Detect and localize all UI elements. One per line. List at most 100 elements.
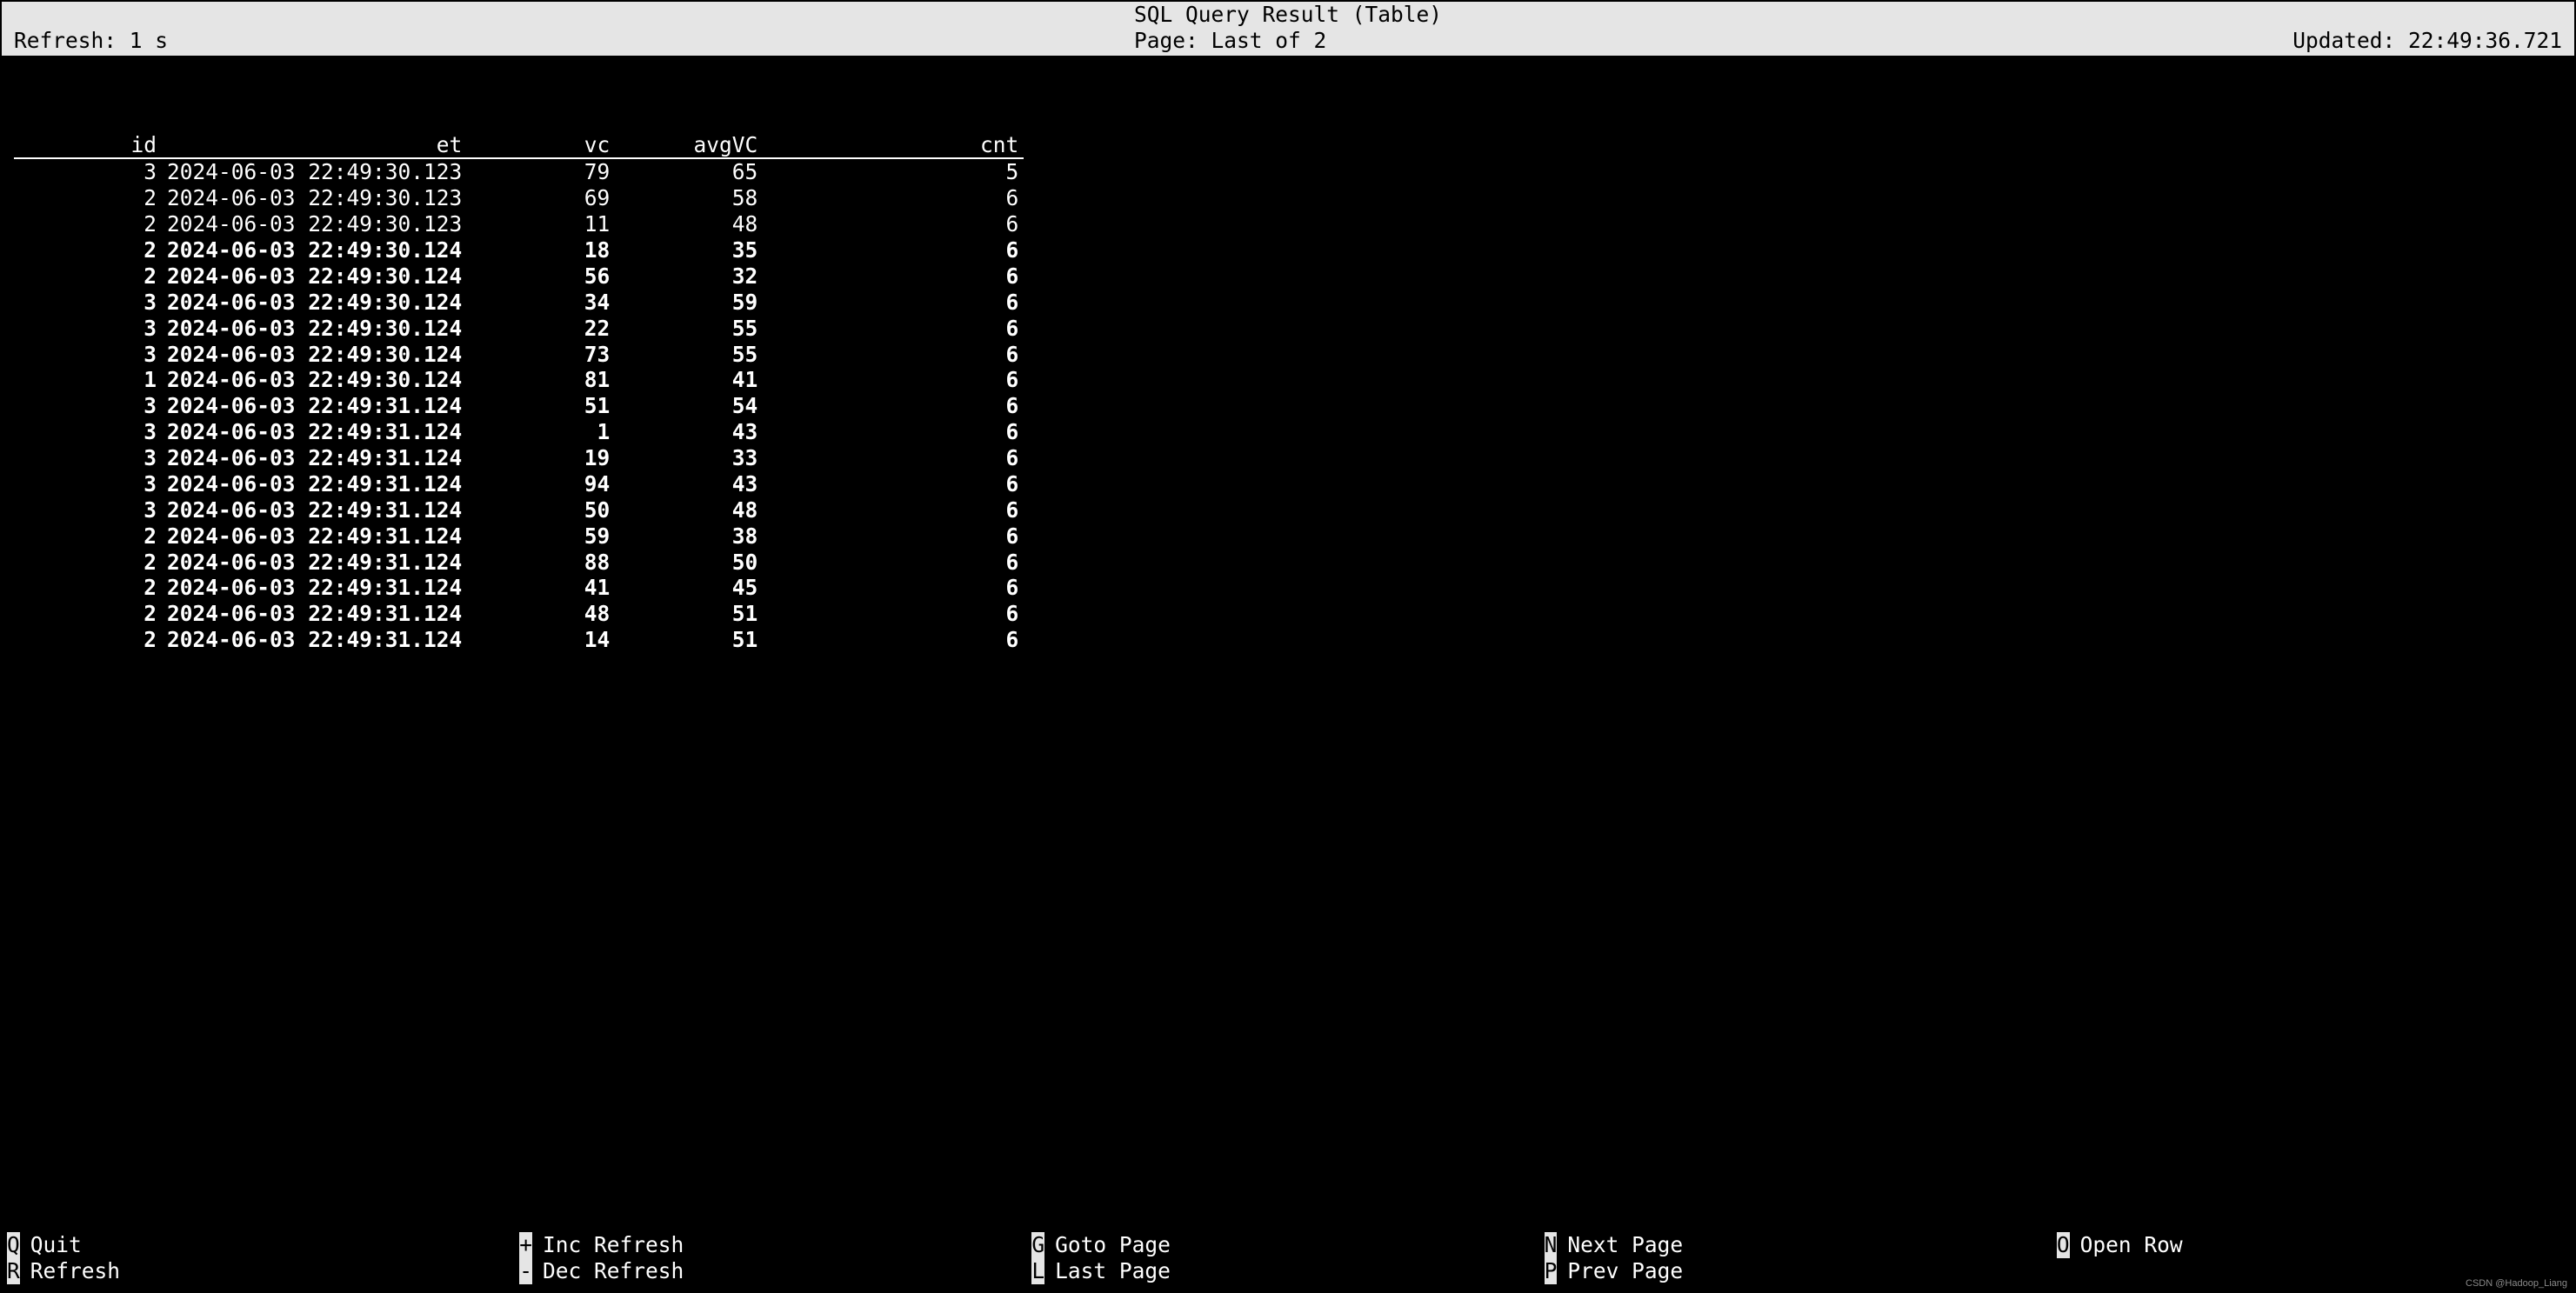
cell: 2 [14, 185, 162, 211]
shortcut-label: Open Row [2080, 1232, 2183, 1258]
shortcut-label: Next Page [1567, 1232, 1683, 1258]
cell: 6 [763, 523, 1024, 550]
cell: 51 [615, 601, 763, 627]
column-header-id: id [14, 132, 162, 159]
shortcut-quit[interactable]: QQuit [7, 1232, 519, 1258]
page-status: Page: Last of 2 [1134, 28, 1326, 54]
table-row[interactable]: 22024-06-03 22:49:31.12488506 [14, 550, 1024, 576]
shortcut-key: L [1031, 1258, 1044, 1284]
shortcut-next-page[interactable]: NNext Page [1545, 1232, 2057, 1258]
cell: 45 [615, 575, 763, 601]
cell: 6 [763, 393, 1024, 419]
cell: 48 [467, 601, 615, 627]
cell: 2024-06-03 22:49:30.124 [162, 367, 467, 393]
result-table-wrap: idetvcavgVCcnt 32024-06-03 22:49:30.1237… [2, 56, 2574, 679]
cell: 6 [763, 290, 1024, 316]
table-row[interactable]: 22024-06-03 22:49:31.12441456 [14, 575, 1024, 601]
cell: 2024-06-03 22:49:31.124 [162, 627, 467, 653]
table-row[interactable]: 22024-06-03 22:49:30.12311486 [14, 211, 1024, 237]
shortcut-group: +Inc Refresh-Dec Refresh [519, 1232, 1031, 1284]
cell: 1 [467, 419, 615, 445]
cell: 50 [467, 497, 615, 523]
shortcut-group: O Open Row [2057, 1232, 2569, 1284]
cell: 6 [763, 445, 1024, 471]
cell: 73 [467, 342, 615, 368]
table-row[interactable]: 22024-06-03 22:49:31.12459386 [14, 523, 1024, 550]
cell: 6 [763, 627, 1024, 653]
cell: 81 [467, 367, 615, 393]
shortcut-goto-page[interactable]: GGoto Page [1031, 1232, 1544, 1258]
cell: 34 [467, 290, 615, 316]
cell: 6 [763, 471, 1024, 497]
shortcut-refresh[interactable]: R Refresh [7, 1258, 519, 1284]
cell: 48 [615, 497, 763, 523]
cell: 6 [763, 419, 1024, 445]
cell: 2 [14, 263, 162, 290]
cell: 51 [615, 627, 763, 653]
cell: 51 [467, 393, 615, 419]
cell: 1 [14, 367, 162, 393]
result-table: idetvcavgVCcnt 32024-06-03 22:49:30.1237… [14, 132, 1024, 654]
table-row[interactable]: 32024-06-03 22:49:31.12450486 [14, 497, 1024, 523]
cell: 6 [763, 211, 1024, 237]
shortcut-dec-refresh[interactable]: -Dec Refresh [519, 1258, 1031, 1284]
table-row[interactable]: 22024-06-03 22:49:31.12414516 [14, 627, 1024, 653]
shortcut-last-page[interactable]: LLast Page [1031, 1258, 1544, 1284]
shortcut-label: Quit [30, 1232, 82, 1258]
table-row[interactable]: 32024-06-03 22:49:30.12473556 [14, 342, 1024, 368]
shortcut-group: GGoto PageLLast Page [1031, 1232, 1544, 1284]
cell: 5 [763, 158, 1024, 185]
cell: 55 [615, 316, 763, 342]
table-row[interactable]: 32024-06-03 22:49:30.12379655 [14, 158, 1024, 185]
shortcut-group: NNext PagePPrev Page [1545, 1232, 2057, 1284]
cell: 2024-06-03 22:49:31.124 [162, 419, 467, 445]
table-row[interactable]: 22024-06-03 22:49:30.12369586 [14, 185, 1024, 211]
cell: 2024-06-03 22:49:30.124 [162, 342, 467, 368]
cell: 3 [14, 419, 162, 445]
cell: 94 [467, 471, 615, 497]
cell: 6 [763, 316, 1024, 342]
table-row[interactable]: 22024-06-03 22:49:30.12418356 [14, 237, 1024, 263]
table-row[interactable]: 22024-06-03 22:49:31.12448516 [14, 601, 1024, 627]
cell: 2024-06-03 22:49:31.124 [162, 575, 467, 601]
cell: 22 [467, 316, 615, 342]
table-row[interactable]: 32024-06-03 22:49:31.1241436 [14, 419, 1024, 445]
cell: 2024-06-03 22:49:30.124 [162, 263, 467, 290]
shortcut-prev-page[interactable]: PPrev Page [1545, 1258, 2057, 1284]
table-row[interactable]: 22024-06-03 22:49:30.12456326 [14, 263, 1024, 290]
cell: 2 [14, 211, 162, 237]
shortcut-key: O [2057, 1232, 2070, 1258]
shortcut-key: - [519, 1258, 532, 1284]
shortcut-key: P [1545, 1258, 1558, 1284]
cell: 32 [615, 263, 763, 290]
cell: 33 [615, 445, 763, 471]
cell: 2024-06-03 22:49:30.123 [162, 185, 467, 211]
shortcut-inc-refresh[interactable]: +Inc Refresh [519, 1232, 1031, 1258]
table-row[interactable]: 32024-06-03 22:49:30.12434596 [14, 290, 1024, 316]
shortcut-open-row[interactable]: O Open Row [2057, 1232, 2569, 1258]
cell: 2024-06-03 22:49:30.124 [162, 237, 467, 263]
cell: 2 [14, 237, 162, 263]
cell: 3 [14, 290, 162, 316]
table-row[interactable]: 32024-06-03 22:49:31.12419336 [14, 445, 1024, 471]
cell: 6 [763, 550, 1024, 576]
shortcut-label: Inc Refresh [543, 1232, 684, 1258]
footer-shortcuts: QQuitR Refresh +Inc Refresh-Dec RefreshGGo… [2, 1232, 2574, 1284]
cell: 79 [467, 158, 615, 185]
table-row[interactable]: 12024-06-03 22:49:30.12481416 [14, 367, 1024, 393]
shortcut-label: Refresh [30, 1258, 120, 1284]
cell: 14 [467, 627, 615, 653]
table-row[interactable]: 32024-06-03 22:49:31.12494436 [14, 471, 1024, 497]
cell: 19 [467, 445, 615, 471]
cell: 41 [467, 575, 615, 601]
updated-status: Updated: 22:49:36.721 [2292, 28, 2562, 54]
shortcut-key: R [7, 1258, 20, 1284]
cell: 2 [14, 550, 162, 576]
cell: 6 [763, 601, 1024, 627]
table-row[interactable]: 32024-06-03 22:49:30.12422556 [14, 316, 1024, 342]
cell: 2024-06-03 22:49:31.124 [162, 550, 467, 576]
cell: 35 [615, 237, 763, 263]
cell: 2024-06-03 22:49:31.124 [162, 471, 467, 497]
cell: 6 [763, 497, 1024, 523]
table-row[interactable]: 32024-06-03 22:49:31.12451546 [14, 393, 1024, 419]
